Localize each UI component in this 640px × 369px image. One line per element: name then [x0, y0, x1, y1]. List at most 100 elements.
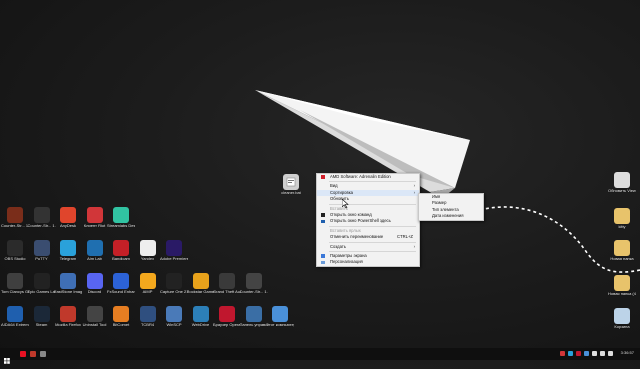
desktop-icon-label: PuTTY: [35, 257, 48, 261]
refresh-icon: [614, 172, 630, 188]
desktop-icon-label: cleaner.bat: [281, 191, 301, 195]
menu-item-label: Открыть окно команд: [330, 211, 372, 217]
menu-separator: [329, 181, 416, 183]
tray-icon[interactable]: [560, 351, 565, 356]
desktop-icon[interactable]: Mozilla Firefox: [54, 306, 82, 328]
yandex-icon: [139, 240, 156, 256]
tray-icon[interactable]: [592, 351, 597, 356]
tray-icon[interactable]: [584, 351, 589, 356]
taskbar-app-icon[interactable]: [30, 351, 36, 357]
desktop-icon[interactable]: OBS Studio: [1, 240, 29, 262]
folder-icon: [614, 240, 630, 256]
desktop-icon[interactable]: Streamlabs Desktop: [107, 207, 135, 229]
desktop-icon[interactable]: kitty: [608, 208, 636, 230]
desktop-icon[interactable]: Этот компьютер: [266, 306, 294, 328]
desktop-icon[interactable]: WebDrive: [187, 306, 215, 328]
desktop-icon[interactable]: Обновить View De...: [608, 172, 636, 194]
desktop-icon[interactable]: Steam: [28, 306, 56, 328]
context-menu-item[interactable]: Обновить: [317, 196, 419, 202]
bitcomet-icon: [113, 306, 129, 322]
discord-icon: [86, 273, 103, 289]
desktop-icon[interactable]: Counter-Str... 1.6 RGS: [240, 273, 268, 295]
desktop-icon-label: Uninstall Tool: [82, 323, 107, 327]
recycle-bin-icon: [614, 308, 630, 324]
desktop-icon-cleaner[interactable]: cleaner.bat: [278, 174, 304, 196]
context-menu-item[interactable]: Создать ›: [317, 244, 419, 250]
desktop-icon[interactable]: Counter-Str... 1.6 RBN (R...: [1, 207, 29, 229]
desktop-icon[interactable]: Grand Theft Auto V: [213, 273, 241, 295]
desktop-icon-label: TCBR4: [140, 323, 155, 327]
context-menu-item[interactable]: AMD Software: Adrenalin Edition: [317, 174, 419, 180]
desktop-icon[interactable]: BitComet: [107, 306, 135, 328]
taskbar-app-icon[interactable]: [20, 351, 26, 357]
desktop-icon-label: Tom Clancys Ghost Rec...: [1, 290, 29, 294]
desktop-icon[interactable]: AIMP: [134, 273, 162, 295]
desktop-icon[interactable]: Клиент Riot: [81, 207, 109, 229]
desktop-icon-label: Steam: [35, 323, 48, 327]
desktop-icon-label: Counter-Str... 1.6 RBN (R...: [1, 224, 29, 228]
desktop-icon[interactable]: Epic Games Launcher: [28, 273, 56, 295]
epic-icon: [33, 273, 50, 289]
desktop-icon[interactable]: FastStone Image Viewer: [54, 273, 82, 295]
control-panel-icon: [245, 306, 262, 322]
desktop-icon-label: Capture One 21: [160, 290, 188, 294]
desktop-icon[interactable]: Aim Lab: [81, 240, 109, 262]
desktop-icon[interactable]: AIDA64 Extreme: [1, 306, 29, 328]
desktop-icon[interactable]: Новая папка: [608, 240, 636, 262]
folder-icon: [614, 275, 630, 291]
cs-ranks-icon: [7, 207, 23, 223]
personalize-icon: [321, 260, 325, 265]
context-menu-item[interactable]: Персонализация: [317, 259, 419, 265]
desktop-icon-label: AIMP: [142, 290, 153, 294]
menu-item-label: AMD Software: Adrenalin Edition: [330, 174, 391, 179]
desktop-icon[interactable]: Telegram: [54, 240, 82, 262]
desktop-icon-label: WinSCP: [166, 323, 182, 327]
desktop-icon[interactable]: AnyDesk: [54, 207, 82, 229]
menu-item-label: Отменить переименование: [330, 234, 384, 240]
desktop-icon-label: Counter-Str... 1.6 RGS: [27, 224, 56, 228]
desktop-icon[interactable]: Новая папка (4): [608, 275, 636, 297]
capture-one-icon: [166, 273, 182, 289]
desktop-icon[interactable]: Yandex: [134, 240, 162, 262]
desktop-icon[interactable]: TCBR4: [134, 306, 162, 328]
desktop-icon[interactable]: Браузер Opera GX: [213, 306, 241, 328]
amd-icon: [321, 175, 325, 179]
desktop-icon[interactable]: Discord: [81, 273, 109, 295]
desktop-icon[interactable]: Counter-Str... 1.6 RGS: [28, 207, 56, 229]
tray-icon[interactable]: [576, 351, 581, 356]
desktop-icon-label: Корзина: [614, 325, 630, 329]
desktop-icon-label: AnyDesk: [59, 224, 76, 228]
menu-item-label: Персонализация: [330, 259, 363, 265]
gta-icon: [219, 273, 235, 289]
desktop-icon[interactable]: Capture One 21: [160, 273, 188, 295]
display-icon: [321, 254, 325, 258]
desktop-icon[interactable]: Adobe Premiere P...: [160, 240, 188, 262]
desktop-icon[interactable]: WinSCP: [160, 306, 188, 328]
taskbar-clock[interactable]: 3:36:57: [621, 350, 634, 355]
context-menu-item[interactable]: Открыть окно PowerShell здесь: [317, 218, 419, 224]
menu-shortcut: CTRL+Z: [397, 234, 413, 240]
desktop-icon[interactable]: Панель управления: [240, 306, 268, 328]
opera-gx-icon: [219, 306, 235, 322]
context-menu-item[interactable]: Отменить переименование CTRL+Z: [317, 234, 419, 240]
folder-icon: [614, 208, 630, 224]
start-button[interactable]: [4, 351, 10, 364]
desktop-icon-label: AIDA64 Extreme: [1, 323, 29, 327]
desktop-icon[interactable]: Tom Clancys Ghost Rec...: [1, 273, 29, 295]
taskbar-app-icon[interactable]: [40, 351, 46, 357]
tray-icon[interactable]: [568, 351, 573, 356]
desktop-icon[interactable]: Корзина: [608, 308, 636, 330]
desktop-icon[interactable]: Rockstar Games...: [187, 273, 215, 295]
cmd-icon: [321, 213, 325, 217]
tray-icon[interactable]: [608, 351, 613, 356]
tray-icon[interactable]: [600, 351, 605, 356]
desktop-icon[interactable]: FxSound Enhancer: [107, 273, 135, 295]
steam-icon: [33, 306, 50, 322]
desktop-icon[interactable]: PuTTY: [28, 240, 56, 262]
sort-option[interactable]: Дата изменения: [419, 213, 483, 219]
obs-icon: [7, 240, 23, 256]
premiere-icon: [166, 240, 182, 256]
desktop-icon[interactable]: Bandicam: [107, 240, 135, 262]
desktop-icon-label: Новая папка: [610, 257, 634, 261]
desktop-icon[interactable]: Uninstall Tool: [81, 306, 109, 328]
